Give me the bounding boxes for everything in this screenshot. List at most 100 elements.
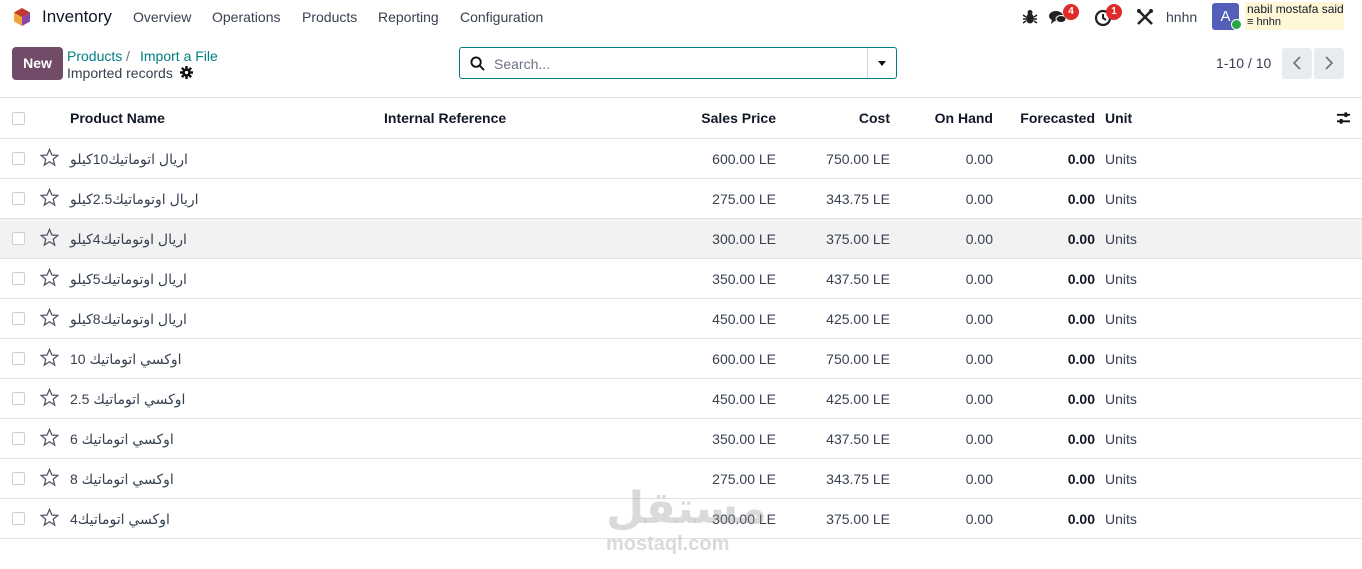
product-name: اريال اتوماتيك10كيلو [70,151,188,167]
unit: Units [1105,511,1137,527]
menu-products[interactable]: Products [302,9,357,25]
sales-price: 350.00 LE [712,271,776,287]
cost: 437.50 LE [826,271,890,287]
table-row[interactable]: اريال اوتوماتيك2.5كيلو 275.00 LE 343.75 LE… [0,179,1362,219]
cost: 750.00 LE [826,351,890,367]
unit: Units [1105,351,1137,367]
product-name: اريال اوتوماتيك5كيلو [70,271,187,287]
favorite-star-icon[interactable] [39,267,60,287]
row-checkbox[interactable] [12,272,25,285]
favorite-star-icon[interactable] [39,147,60,167]
breadcrumb-products[interactable]: Products [67,48,122,64]
sales-price: 450.00 LE [712,311,776,327]
inventory-app-icon[interactable] [12,7,32,27]
select-all-checkbox[interactable] [12,112,25,125]
row-checkbox[interactable] [12,392,25,405]
cost: 750.00 LE [826,151,890,167]
cost: 425.00 LE [826,311,890,327]
menu-overview[interactable]: Overview [133,9,191,25]
row-checkbox[interactable] [12,512,25,525]
row-checkbox[interactable] [12,352,25,365]
col-product-name[interactable]: Product Name [70,98,165,139]
on-hand: 0.00 [965,271,993,287]
new-button[interactable]: New [12,47,63,80]
favorite-star-icon[interactable] [39,187,60,207]
on-hand: 0.00 [965,351,993,367]
col-sales-price[interactable]: Sales Price [650,98,776,139]
col-cost[interactable]: Cost [780,98,890,139]
on-hand: 0.00 [965,311,993,327]
favorite-star-icon[interactable] [39,227,60,247]
column-options-icon[interactable] [1336,111,1351,126]
cost: 437.50 LE [826,431,890,447]
unit: Units [1105,231,1137,247]
col-on-hand[interactable]: On Hand [895,98,993,139]
favorite-star-icon[interactable] [39,467,60,487]
gear-icon[interactable] [180,66,193,79]
table-row[interactable]: اريال اوتوماتيك8كيلو 450.00 LE 425.00 LE 0.… [0,299,1362,339]
sales-price: 275.00 LE [712,471,776,487]
row-checkbox[interactable] [12,152,25,165]
sales-price: 275.00 LE [712,191,776,207]
on-hand: 0.00 [965,391,993,407]
breadcrumb-import-file[interactable]: Import a File [140,48,218,64]
forecasted: 0.00 [1067,471,1095,487]
row-checkbox[interactable] [12,192,25,205]
table-row[interactable]: اوكسي اتوماتيك4 300.00 LE 375.00 LE 0.00 0.0… [0,499,1362,539]
row-checkbox[interactable] [12,312,25,325]
row-checkbox[interactable] [12,472,25,485]
row-checkbox[interactable] [12,432,25,445]
favorite-star-icon[interactable] [39,387,60,407]
app-name[interactable]: Inventory [42,7,112,27]
database-name[interactable]: hnhn [1166,9,1197,25]
col-internal-reference[interactable]: Internal Reference [384,98,506,139]
row-checkbox[interactable] [12,232,25,245]
search-box[interactable] [459,47,897,79]
table-row[interactable]: اريال اتوماتيك10كيلو 600.00 LE 750.00 LE 0.… [0,139,1362,179]
col-unit[interactable]: Unit [1105,98,1132,139]
control-panel: New Products / Import a File Imported re… [0,34,1362,97]
forecasted: 0.00 [1067,231,1095,247]
unit: Units [1105,271,1137,287]
table-row[interactable]: اوكسي اتوماتيك 2.5 450.00 LE 425.00 LE 0.00… [0,379,1362,419]
chevron-right-icon [1325,56,1334,70]
pager-previous-button[interactable] [1282,48,1312,79]
page-title: Imported records [67,65,173,81]
on-hand: 0.00 [965,431,993,447]
table-row[interactable]: اوكسي اتوماتيك 8 275.00 LE 343.75 LE 0.00 0.… [0,459,1362,499]
table-row[interactable]: اريال اوتوماتيك4كيلو 300.00 LE 375.00 LE 0.… [0,219,1362,259]
menu-operations[interactable]: Operations [212,9,280,25]
favorite-star-icon[interactable] [39,307,60,327]
sales-price: 600.00 LE [712,351,776,367]
unit: Units [1105,391,1137,407]
search-input[interactable] [492,52,866,76]
top-navbar: Inventory Overview Operations Products R… [0,0,1362,34]
sales-price: 300.00 LE [712,511,776,527]
forecasted: 0.00 [1067,511,1095,527]
user-menu[interactable]: nabil mostafa said ≡ hnhn [1245,2,1344,30]
menu-configuration[interactable]: Configuration [460,9,543,25]
table-row[interactable]: اريال اوتوماتيك5كيلو 350.00 LE 437.50 LE 0.… [0,259,1362,299]
table-row[interactable]: اوكسي اتوماتيك 10 600.00 LE 750.00 LE 0.00 0… [0,339,1362,379]
tools-icon[interactable] [1135,7,1155,27]
pager-value[interactable]: 1-10 / 10 [1216,55,1271,71]
activities-badge: 1 [1106,4,1122,20]
favorite-star-icon[interactable] [39,507,60,527]
chevron-left-icon [1292,56,1301,70]
search-icon [470,56,485,71]
forecasted: 0.00 [1067,351,1095,367]
forecasted: 0.00 [1067,431,1095,447]
table-row[interactable]: اوكسي اتوماتيك 6 350.00 LE 437.50 LE 0.00 0.… [0,419,1362,459]
favorite-star-icon[interactable] [39,427,60,447]
menu-reporting[interactable]: Reporting [378,9,439,25]
product-name: اوكسي اتوماتيك4 [70,511,170,527]
forecasted: 0.00 [1067,151,1095,167]
col-forecasted[interactable]: Forecasted [997,98,1095,139]
unit: Units [1105,311,1137,327]
search-options-toggle[interactable] [867,48,896,78]
favorite-star-icon[interactable] [39,347,60,367]
sales-price: 450.00 LE [712,391,776,407]
product-name: اوكسي اتوماتيك 10 [70,351,182,367]
pager-next-button[interactable] [1314,48,1344,79]
bug-icon[interactable] [1020,7,1040,27]
